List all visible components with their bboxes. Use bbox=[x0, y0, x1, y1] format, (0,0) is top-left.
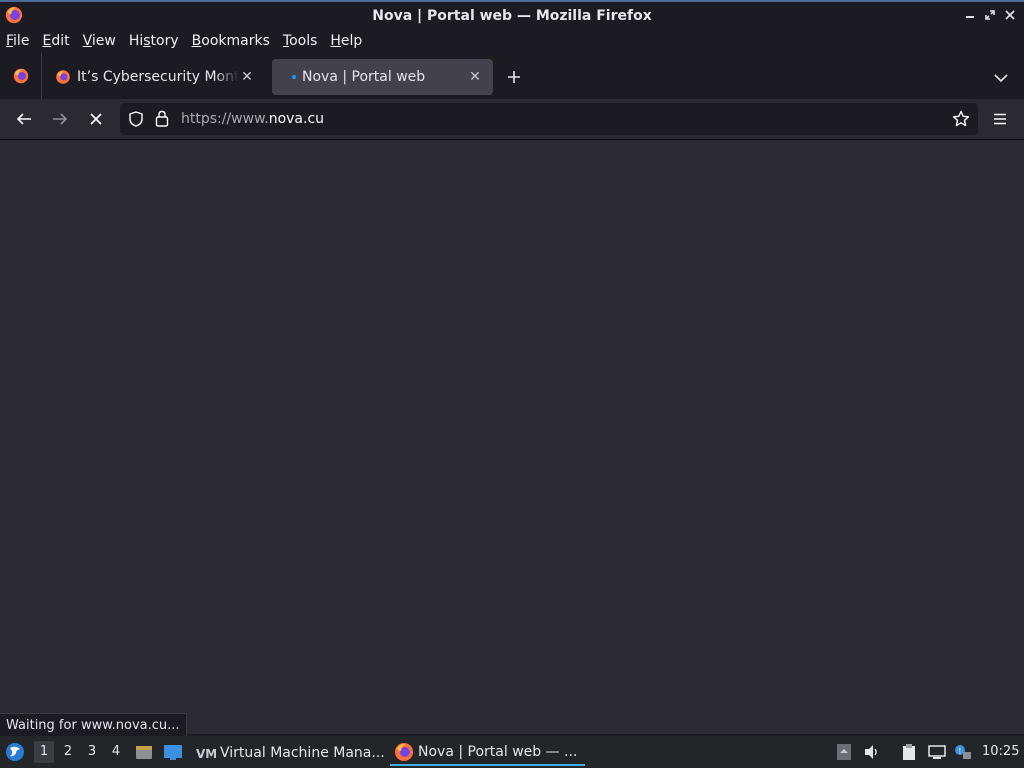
task-firefox[interactable]: Nova | Portal web — ... bbox=[390, 739, 585, 766]
firefox-tab-icon bbox=[56, 70, 70, 84]
workspace-4[interactable]: 4 bbox=[106, 744, 126, 759]
arrow-left-icon bbox=[16, 113, 31, 125]
system-taskbar: 1 2 3 4 VM Virtual Machine Mana... Nova … bbox=[0, 736, 1024, 768]
workspace-1[interactable]: 1 bbox=[34, 741, 54, 763]
workspace-2[interactable]: 2 bbox=[58, 744, 78, 759]
minimize-icon[interactable] bbox=[962, 7, 978, 23]
tracking-protection-shield-icon[interactable] bbox=[128, 111, 144, 131]
tab-close-icon[interactable]: ✕ bbox=[467, 69, 483, 85]
clipboard-icon[interactable] bbox=[900, 743, 918, 761]
bookmark-star-icon[interactable] bbox=[952, 110, 970, 132]
firefox-view-icon bbox=[13, 68, 28, 84]
menu-file[interactable]: File bbox=[6, 33, 29, 49]
menu-view[interactable]: View bbox=[83, 33, 116, 49]
menu-history[interactable]: History bbox=[129, 33, 179, 49]
stop-button[interactable] bbox=[86, 109, 106, 129]
tab-nova[interactable]: Nova | Portal web ✕ bbox=[272, 59, 493, 95]
tab-label: Nova | Portal web bbox=[302, 69, 426, 85]
window-title: Nova | Portal web — Mozilla Firefox bbox=[372, 7, 652, 24]
hamburger-menu-icon bbox=[994, 113, 1006, 125]
page-content-area[interactable] bbox=[0, 140, 1024, 734]
navigation-toolbar: https://www.nova.cu bbox=[0, 99, 1024, 140]
file-manager-icon[interactable] bbox=[134, 742, 154, 766]
network-icon[interactable] bbox=[928, 743, 946, 761]
loading-dot-icon bbox=[292, 75, 296, 79]
lock-icon[interactable] bbox=[155, 110, 169, 131]
menu-tools[interactable]: Tools bbox=[283, 33, 318, 49]
back-button[interactable] bbox=[14, 109, 34, 129]
start-menu-icon[interactable] bbox=[5, 742, 25, 766]
firefox-icon bbox=[395, 742, 413, 761]
close-icon[interactable] bbox=[1002, 7, 1018, 23]
volume-icon[interactable] bbox=[863, 743, 881, 761]
svg-text:VM: VM bbox=[196, 747, 216, 761]
status-text: Waiting for www.nova.cu... bbox=[6, 717, 180, 733]
desktop-icon[interactable] bbox=[162, 742, 184, 766]
restore-icon[interactable] bbox=[982, 7, 998, 23]
stop-icon bbox=[90, 113, 102, 125]
tab-label: It’s Cybersecurity Month bbox=[77, 69, 239, 85]
tab-cybersecurity[interactable]: It’s Cybersecurity Month ✕ bbox=[45, 59, 265, 95]
svg-text:!: ! bbox=[958, 747, 961, 756]
menu-edit[interactable]: Edit bbox=[42, 33, 69, 49]
plus-icon bbox=[508, 71, 520, 83]
workspace-3[interactable]: 3 bbox=[82, 744, 102, 759]
list-all-tabs-button[interactable] bbox=[994, 68, 1014, 84]
menu-help[interactable]: Help bbox=[330, 33, 362, 49]
new-tab-button[interactable] bbox=[503, 66, 525, 88]
menu-bookmarks[interactable]: Bookmarks bbox=[192, 33, 270, 49]
window-titlebar: Nova | Portal web — Mozilla Firefox bbox=[0, 0, 1024, 29]
status-panel: Waiting for www.nova.cu... bbox=[0, 713, 187, 736]
virt-manager-icon: VM bbox=[196, 747, 216, 761]
menu-bar: File Edit View History Bookmarks Tools H… bbox=[0, 29, 1024, 53]
tab-close-icon[interactable]: ✕ bbox=[239, 69, 255, 85]
tray-expand-icon[interactable] bbox=[835, 743, 853, 761]
notifications-icon[interactable]: ! bbox=[954, 743, 972, 761]
arrow-right-icon bbox=[53, 113, 68, 125]
forward-button[interactable] bbox=[50, 109, 70, 129]
url-text[interactable]: https://www.nova.cu bbox=[181, 111, 324, 127]
url-bar[interactable]: https://www.nova.cu bbox=[120, 103, 978, 135]
chevron-down-icon bbox=[994, 74, 1008, 83]
firefox-view-button[interactable] bbox=[0, 53, 42, 99]
clock[interactable]: 10:25 bbox=[982, 744, 1019, 759]
tab-bar: It’s Cybersecurity Month ✕ Nova | Portal… bbox=[0, 53, 1024, 99]
task-virtual-machine-manager[interactable]: VM Virtual Machine Mana... bbox=[192, 739, 387, 766]
firefox-icon bbox=[5, 6, 23, 24]
app-menu-button[interactable] bbox=[990, 109, 1010, 129]
